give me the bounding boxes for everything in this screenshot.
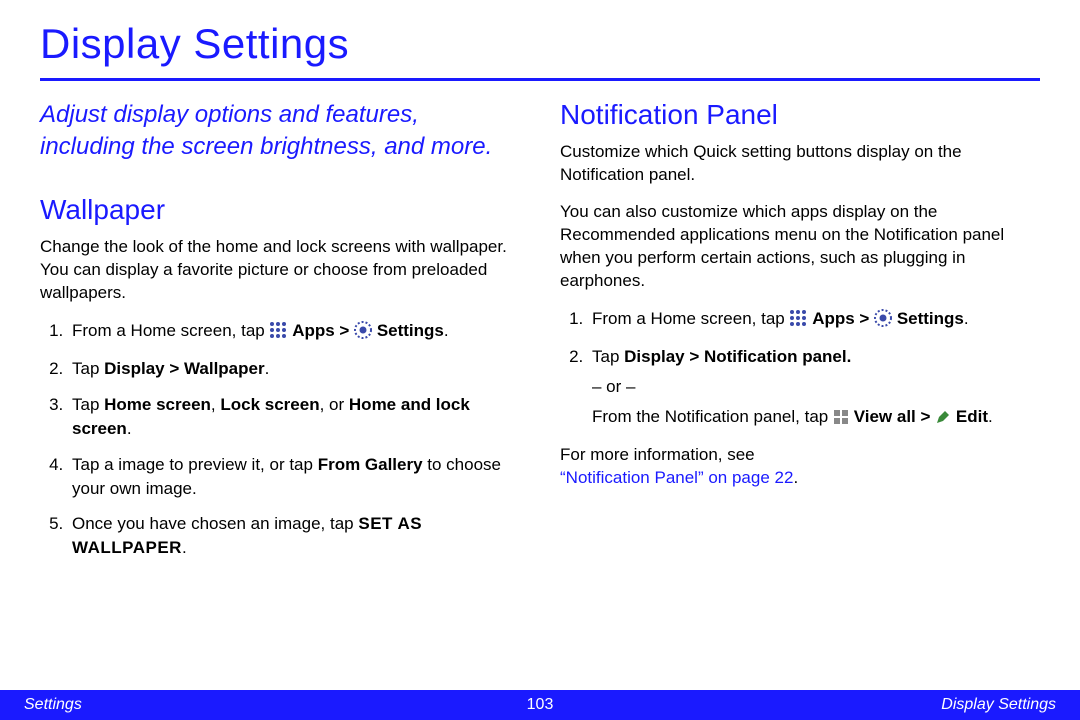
text: , or	[320, 395, 349, 414]
page-title: Display Settings	[40, 20, 1040, 68]
text: Tap a image to preview it, or tap	[72, 455, 318, 474]
text: .	[988, 407, 993, 426]
text: ,	[211, 395, 220, 414]
apps-label: Apps	[292, 321, 335, 340]
text: View all	[854, 407, 916, 426]
apps-grid-icon	[269, 321, 287, 346]
title-rule	[40, 78, 1040, 81]
pencil-icon	[935, 408, 951, 432]
notif-p2: You can also customize which apps displa…	[560, 201, 1040, 293]
wallpaper-step-3: Tap Home screen, Lock screen, or Home an…	[68, 393, 520, 441]
wallpaper-step-1: From a Home screen, tap Apps >	[68, 319, 520, 346]
wallpaper-steps: From a Home screen, tap Apps >	[40, 319, 520, 560]
wallpaper-step-5: Once you have chosen an image, tap SET A…	[68, 512, 520, 560]
notif-step-2: Tap Display > Notification panel. – or –…	[588, 345, 1040, 431]
apps-grid-icon	[789, 309, 807, 334]
text: >	[335, 321, 354, 340]
notif-panel-link[interactable]: “Notification Panel” on page 22	[560, 468, 793, 487]
text: .	[127, 419, 132, 438]
text: Tap	[72, 359, 104, 378]
apps-label: Apps	[812, 309, 855, 328]
grid-small-icon	[833, 408, 849, 432]
wallpaper-heading: Wallpaper	[40, 194, 520, 226]
text: From a Home screen, tap	[592, 309, 789, 328]
text: Display > Wallpaper	[104, 359, 264, 378]
text: Home screen	[104, 395, 211, 414]
notif-step-1: From a Home screen, tap Apps >	[588, 307, 1040, 334]
text: Edit	[956, 407, 988, 426]
alt-line: From the Notification panel, tap View al…	[592, 405, 1040, 432]
text: From the Notification panel, tap	[592, 407, 833, 426]
text: From Gallery	[318, 455, 423, 474]
or-line: – or –	[592, 375, 1040, 399]
notif-steps: From a Home screen, tap Apps >	[560, 307, 1040, 432]
notif-p1: Customize which Quick setting buttons di…	[560, 141, 1040, 187]
right-column: Notification Panel Customize which Quick…	[560, 99, 1040, 572]
text: Display > Notification panel.	[624, 347, 851, 366]
settings-label: Settings	[897, 309, 964, 328]
settings-gear-icon	[874, 309, 892, 334]
left-column: Adjust display options and features, inc…	[40, 99, 520, 572]
more-info: For more information, see “Notification …	[560, 444, 1040, 490]
settings-label: Settings	[377, 321, 444, 340]
text: .	[265, 359, 270, 378]
wallpaper-step-4: Tap a image to preview it, or tap From G…	[68, 453, 520, 501]
text: >	[855, 309, 874, 328]
footer-left: Settings	[24, 696, 82, 714]
wallpaper-step-2: Tap Display > Wallpaper.	[68, 357, 520, 381]
text: Lock screen	[220, 395, 319, 414]
text: .	[444, 321, 449, 340]
text: .	[964, 309, 969, 328]
text: .	[182, 538, 187, 557]
wallpaper-desc: Change the look of the home and lock scr…	[40, 236, 520, 305]
footer-right: Display Settings	[941, 696, 1056, 714]
text: >	[916, 407, 935, 426]
settings-gear-icon	[354, 321, 372, 346]
text: Once you have chosen an image, tap	[72, 514, 358, 533]
text: For more information, see	[560, 445, 755, 464]
text: Tap	[72, 395, 104, 414]
text: Tap	[592, 347, 624, 366]
text: .	[793, 468, 798, 487]
notif-heading: Notification Panel	[560, 99, 1040, 131]
text: From a Home screen, tap	[72, 321, 269, 340]
page-footer: Settings 103 Display Settings	[0, 690, 1080, 720]
intro-text: Adjust display options and features, inc…	[40, 99, 520, 164]
footer-page-number: 103	[527, 696, 554, 714]
